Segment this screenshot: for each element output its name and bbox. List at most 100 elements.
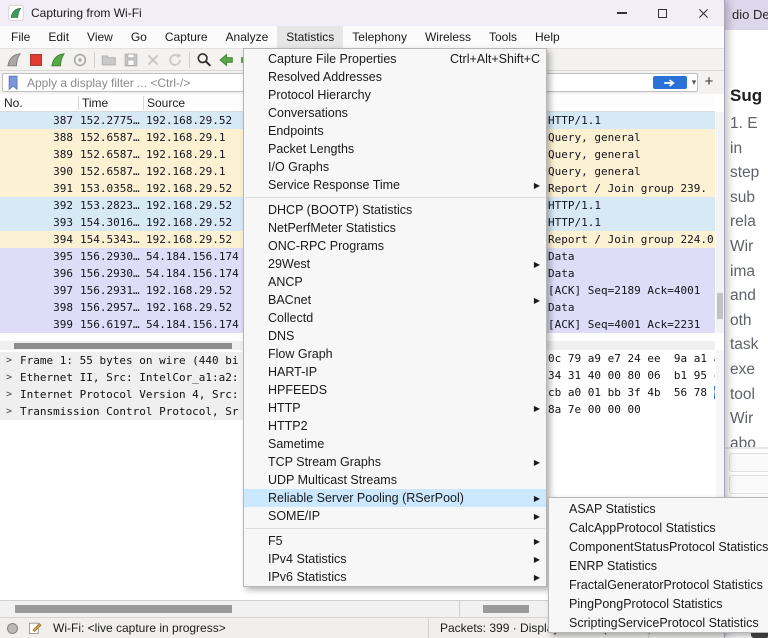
menu-item-collectd[interactable]: Collectd — [244, 309, 546, 327]
menu-item-some-ip[interactable]: SOME/IP▶ — [244, 507, 546, 525]
column-divider[interactable] — [78, 96, 79, 110]
hex-line[interactable]: 34 31 40 00 80 06 b1 95 c — [548, 367, 715, 384]
menu-item-tcp-stream-graphs[interactable]: TCP Stream Graphs▶ — [244, 453, 546, 471]
menu-item-service-response-time[interactable]: Service Response Time▶ — [244, 176, 546, 194]
stop-capture-icon[interactable] — [25, 50, 47, 70]
restart-capture-icon[interactable] — [47, 50, 69, 70]
hex-line[interactable]: 8a 7e 00 00 00 — [548, 401, 715, 418]
submenu-item-componentstatusprotocol-statistics[interactable]: ComponentStatusProtocol Statistics — [549, 537, 768, 556]
go-back-icon[interactable] — [215, 50, 237, 70]
capture-comment-icon[interactable] — [27, 620, 43, 638]
menu-item-netperfmeter-statistics[interactable]: NetPerfMeter Statistics — [244, 219, 546, 237]
menu-item-protocol-hierarchy[interactable]: Protocol Hierarchy — [244, 86, 546, 104]
menu-item-http[interactable]: HTTP▶ — [244, 399, 546, 417]
reload-icon[interactable] — [164, 50, 186, 70]
packet-no: 394 — [0, 231, 73, 248]
capture-status-icon[interactable] — [7, 623, 18, 634]
menubar-item-tools[interactable]: Tools — [480, 26, 526, 48]
menu-item-label: ONC-RPC Programs — [268, 239, 540, 253]
menubar-item-telephony[interactable]: Telephony — [343, 26, 416, 48]
menu-item-resolved-addresses[interactable]: Resolved Addresses — [244, 68, 546, 86]
menu-item-label: Conversations — [268, 106, 540, 120]
hex-line[interactable]: 0c 79 a9 e7 24 ee 9a a1 a — [548, 350, 715, 367]
menu-item-onc-rpc-programs[interactable]: ONC-RPC Programs — [244, 237, 546, 255]
menu-item-udp-multicast-streams[interactable]: UDP Multicast Streams — [244, 471, 546, 489]
menu-item-packet-lengths[interactable]: Packet Lengths — [244, 140, 546, 158]
expander-icon[interactable]: > — [6, 352, 12, 369]
menubar-item-wireless[interactable]: Wireless — [416, 26, 480, 48]
hex-line[interactable]: cb a0 01 bb 3f 4b 56 78 0 — [548, 384, 715, 401]
submenu-item-enrp-statistics[interactable]: ENRP Statistics — [549, 556, 768, 575]
background-list-row — [729, 475, 768, 494]
menu-item-conversations[interactable]: Conversations — [244, 104, 546, 122]
column-divider[interactable] — [143, 96, 144, 110]
submenu-arrow-icon: ▶ — [530, 404, 540, 413]
packet-info: Query, general — [548, 129, 641, 146]
menubar-item-help[interactable]: Help — [526, 26, 569, 48]
menu-item-dns[interactable]: DNS — [244, 327, 546, 345]
submenu-item-asap-statistics[interactable]: ASAP Statistics — [549, 499, 768, 518]
menubar-item-analyze[interactable]: Analyze — [217, 26, 278, 48]
start-capture-icon[interactable] — [3, 50, 25, 70]
capture-options-icon[interactable] — [69, 50, 91, 70]
menubar-item-go[interactable]: Go — [122, 26, 156, 48]
menubar-item-view[interactable]: View — [78, 26, 122, 48]
submenu-item-scriptingserviceprotocol-statistics[interactable]: ScriptingServiceProtocol Statistics — [549, 613, 768, 632]
submenu-item-calcappprotocol-statistics[interactable]: CalcAppProtocol Statistics — [549, 518, 768, 537]
save-file-icon[interactable] — [120, 50, 142, 70]
menu-item-hart-ip[interactable]: HART-IP — [244, 363, 546, 381]
menubar: FileEditViewGoCaptureAnalyzeStatisticsTe… — [0, 26, 724, 48]
menu-item-label: TCP Stream Graphs — [268, 455, 530, 469]
close-icon[interactable] — [683, 0, 724, 26]
add-filter-button[interactable]: + — [701, 74, 717, 91]
column-header-source[interactable]: Source — [147, 94, 185, 112]
submenu-arrow-icon: ▶ — [530, 537, 540, 546]
expander-icon[interactable]: > — [6, 386, 12, 403]
menu-item-label: UDP Multicast Streams — [268, 473, 540, 487]
packet-time: 153.0358… — [80, 180, 140, 197]
menu-item-ipv4-statistics[interactable]: IPv4 Statistics▶ — [244, 550, 546, 568]
menu-item-hpfeeds[interactable]: HPFEEDS — [244, 381, 546, 399]
hex-hscroll-thumb[interactable] — [483, 605, 529, 613]
menu-item-29west[interactable]: 29West▶ — [244, 255, 546, 273]
menu-item-dhcp-bootp-statistics[interactable]: DHCP (BOOTP) Statistics — [244, 201, 546, 219]
maximize-icon[interactable] — [642, 0, 683, 26]
menu-item-flow-graph[interactable]: Flow Graph — [244, 345, 546, 363]
background-text-line: step — [730, 161, 759, 186]
menubar-item-capture[interactable]: Capture — [156, 26, 217, 48]
expander-icon[interactable]: > — [6, 403, 12, 420]
menu-item-sametime[interactable]: Sametime — [244, 435, 546, 453]
menu-item-i-o-graphs[interactable]: I/O Graphs — [244, 158, 546, 176]
menu-item-ipv6-statistics[interactable]: IPv6 Statistics▶ — [244, 568, 546, 586]
menubar-item-file[interactable]: File — [2, 26, 39, 48]
expander-icon[interactable]: > — [6, 369, 12, 386]
menu-item-reliable-server-pooling-rserpool[interactable]: Reliable Server Pooling (RSerPool)▶ — [244, 489, 546, 507]
column-header-no[interactable]: No. — [4, 94, 23, 112]
scrollbar-thumb[interactable] — [14, 343, 232, 349]
menu-item-f5[interactable]: F5▶ — [244, 532, 546, 550]
submenu-item-pingpongprotocol-statistics[interactable]: PingPongProtocol Statistics — [549, 594, 768, 613]
background-text-line: task — [730, 333, 759, 358]
packet-list-vscrollbar[interactable] — [716, 112, 724, 333]
menu-item-ancp[interactable]: ANCP — [244, 273, 546, 291]
apply-filter-button[interactable] — [653, 76, 687, 89]
menu-item-label: Service Response Time — [268, 178, 530, 192]
open-file-icon[interactable] — [98, 50, 120, 70]
column-header-time[interactable]: Time — [82, 94, 108, 112]
filter-dropdown-icon[interactable]: ▾ — [689, 74, 699, 91]
menu-item-endpoints[interactable]: Endpoints — [244, 122, 546, 140]
scrollbar-thumb[interactable] — [717, 293, 723, 319]
submenu-item-fractalgeneratorprotocol-statistics[interactable]: FractalGeneratorProtocol Statistics — [549, 575, 768, 594]
hex-selected-byte[interactable]: 0 — [714, 386, 715, 399]
menubar-item-statistics[interactable]: Statistics — [277, 26, 343, 48]
close-file-icon[interactable] — [142, 50, 164, 70]
details-hscroll-thumb[interactable] — [15, 605, 232, 613]
find-packet-icon[interactable] — [193, 50, 215, 70]
menubar-item-edit[interactable]: Edit — [39, 26, 78, 48]
minimize-icon[interactable] — [601, 0, 642, 26]
menu-item-bacnet[interactable]: BACnet▶ — [244, 291, 546, 309]
packet-no: 393 — [0, 214, 73, 231]
menu-item-capture-file-properties[interactable]: Capture File PropertiesCtrl+Alt+Shift+C — [244, 50, 546, 68]
bookmark-icon[interactable] — [7, 75, 20, 96]
menu-item-http2[interactable]: HTTP2 — [244, 417, 546, 435]
